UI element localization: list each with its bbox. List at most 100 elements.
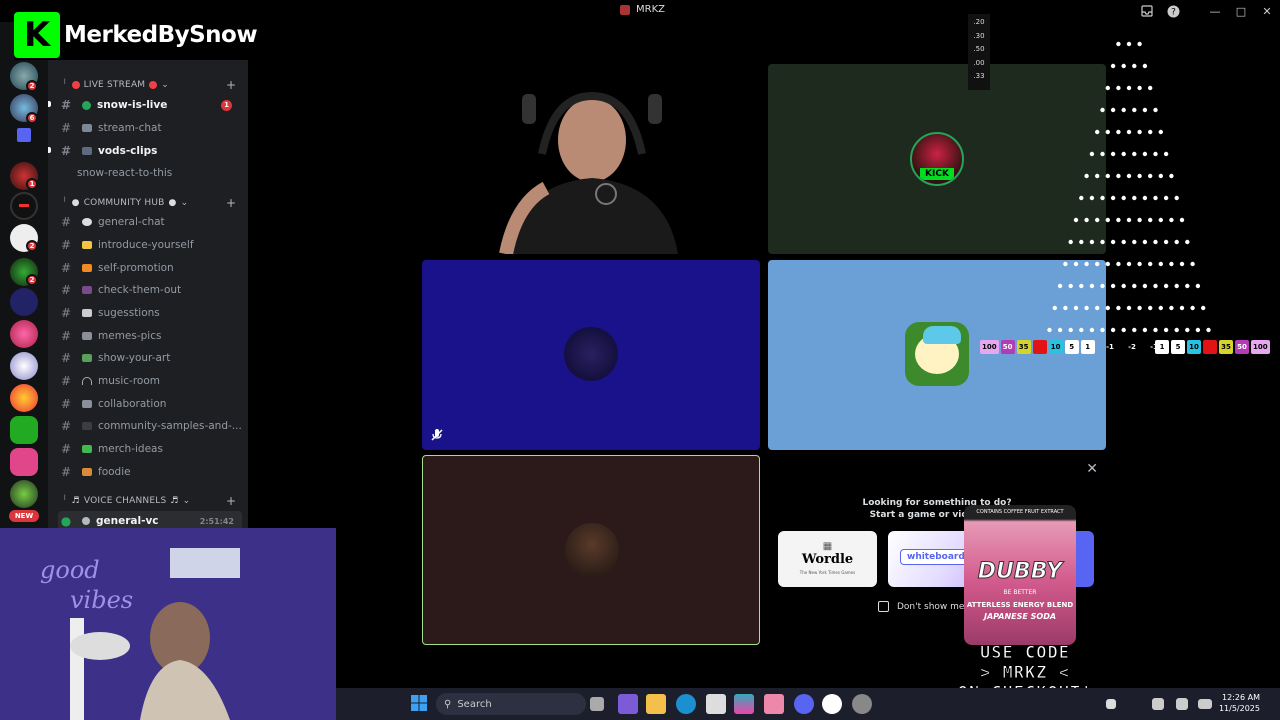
channel-introduce-yourself[interactable]: # introduce-yourself	[58, 235, 242, 255]
close-icon[interactable]: ✕	[1086, 461, 1098, 477]
plinko-peg	[1110, 151, 1116, 157]
server-icon[interactable]	[10, 320, 38, 348]
channel-name: show-your-art	[98, 352, 171, 364]
volume-icon[interactable]	[1176, 698, 1188, 710]
category-community-hub[interactable]: ╵ ● COMMUNITY HUB ● ⌄ +	[62, 196, 236, 210]
game-title: Wordle	[801, 552, 854, 567]
plinko-peg	[1132, 239, 1137, 245]
channel-music-room[interactable]: # music-room	[58, 371, 242, 391]
plinko-peg	[1110, 239, 1116, 245]
teams-icon[interactable]	[618, 694, 638, 714]
activity-wordle[interactable]: ▦ Wordle The New York Times Games	[778, 531, 877, 587]
app-icon[interactable]	[822, 694, 842, 714]
channel-stream-chat[interactable]: # stream-chat	[58, 118, 242, 138]
search-icon: ⚲	[444, 698, 452, 710]
windows-start-icon[interactable]	[410, 694, 430, 714]
plinko-peg	[1100, 239, 1105, 245]
plinko-peg	[1163, 151, 1169, 157]
channel-merch-ideas[interactable]: # merch-ideas	[58, 439, 242, 459]
server-icon[interactable]	[10, 416, 38, 444]
category-live-stream[interactable]: ╵ LIVE STREAM ⌄ +	[62, 78, 236, 92]
category-label: COMMUNITY HUB	[83, 198, 165, 208]
user-avatar	[565, 523, 619, 577]
channel-general-chat[interactable]: # general-chat	[58, 212, 242, 232]
svg-text:vibes: vibes	[70, 586, 133, 614]
checkbox[interactable]	[878, 601, 889, 612]
plinko-peg	[1079, 327, 1084, 333]
copilot-icon[interactable]	[734, 694, 754, 714]
plinko-peg	[1169, 173, 1174, 179]
maximize-button[interactable]: □	[1228, 0, 1254, 22]
close-window-button[interactable]: ✕	[1254, 0, 1280, 22]
plinko-peg	[1179, 305, 1185, 311]
channel-sugesstions[interactable]: # sugesstions	[58, 303, 242, 323]
channel-community-samples[interactable]: # community-samples-and-...	[58, 416, 242, 436]
hash-icon: #	[60, 419, 72, 433]
plinko-peg	[1153, 327, 1158, 333]
edge-icon[interactable]	[676, 694, 696, 714]
add-channel-icon[interactable]: +	[226, 494, 236, 508]
channel-vods-clips[interactable]: # vods-clips	[58, 141, 242, 161]
channel-self-promotion[interactable]: # self-promotion	[58, 258, 242, 278]
ballot-box-icon	[82, 309, 92, 317]
discord-icon[interactable]	[794, 694, 814, 714]
server-icon[interactable]	[10, 352, 38, 380]
plinko-peg	[1121, 327, 1126, 333]
plinko-peg	[1153, 239, 1158, 245]
plinko-peg	[1158, 217, 1163, 223]
multiplier	[1203, 340, 1217, 354]
plinko-peg	[1079, 195, 1084, 201]
taskbar-search[interactable]: ⚲ Search	[436, 693, 586, 715]
add-channel-icon[interactable]: +	[226, 196, 236, 210]
red-circle-icon	[149, 81, 158, 89]
channel-foodie[interactable]: # foodie	[58, 462, 242, 482]
task-view-icon[interactable]	[590, 697, 604, 711]
multiplier: -1	[1106, 343, 1114, 351]
taskbar-clock[interactable]: 12:26 AM 11/5/2025	[1219, 692, 1260, 714]
server-icon[interactable]	[10, 288, 38, 316]
channel-memes-pics[interactable]: # memes-pics	[58, 326, 242, 346]
channel-collaboration[interactable]: # collaboration	[58, 394, 242, 414]
plinko-peg	[1057, 327, 1063, 333]
plinko-peg	[1100, 283, 1105, 289]
category-voice-channels[interactable]: ╵ ♬ VOICE CHANNELS ♬ ⌄ +	[62, 494, 236, 508]
wifi-icon[interactable]	[1152, 698, 1164, 710]
plinko-peg	[1126, 305, 1132, 311]
battery-icon[interactable]	[1198, 699, 1212, 709]
server-icon[interactable]	[10, 480, 38, 508]
video-tile-user[interactable]	[422, 260, 760, 450]
plinko-peg	[1158, 305, 1163, 311]
channel-show-your-art[interactable]: # show-your-art	[58, 348, 242, 368]
add-channel-icon[interactable]: +	[226, 78, 236, 92]
plinko-peg	[1132, 283, 1137, 289]
green-circle-icon	[82, 100, 91, 110]
titlebar-controls: ? — □ ✕	[1134, 0, 1280, 22]
hash-icon: #	[60, 144, 72, 158]
minimize-button[interactable]: —	[1202, 0, 1228, 22]
folder-icon[interactable]	[17, 128, 31, 142]
file-explorer-icon[interactable]	[646, 694, 666, 714]
multiplier: 50	[1235, 340, 1249, 354]
video-tile-camera[interactable]	[422, 64, 760, 254]
app-icon[interactable]	[764, 694, 784, 714]
channel-check-them-out[interactable]: # check-them-out	[58, 280, 242, 300]
plinko-peg	[1121, 63, 1126, 69]
plinko-peg	[1132, 151, 1137, 157]
settings-icon[interactable]	[852, 694, 872, 714]
picture-icon	[82, 354, 92, 362]
tray-chevron-icon[interactable]	[1106, 699, 1116, 709]
server-icon[interactable]	[10, 192, 38, 220]
server-icon[interactable]	[10, 384, 38, 412]
channel-snow-react-to-this[interactable]: snow-react-to-this	[58, 163, 242, 183]
store-icon[interactable]	[706, 694, 726, 714]
inbox-icon[interactable]	[1134, 0, 1160, 22]
plinko-peg	[1185, 283, 1190, 289]
plinko-peg	[1084, 217, 1089, 223]
server-icon[interactable]	[10, 448, 38, 476]
video-tile-speaking[interactable]	[422, 455, 760, 645]
speaker-icon: ♬	[71, 496, 80, 506]
channel-snow-is-live[interactable]: # snow-is-live 1	[58, 95, 242, 115]
plinko-peg	[1110, 327, 1116, 333]
help-icon[interactable]: ?	[1160, 0, 1186, 22]
plinko-peg	[1148, 217, 1153, 223]
